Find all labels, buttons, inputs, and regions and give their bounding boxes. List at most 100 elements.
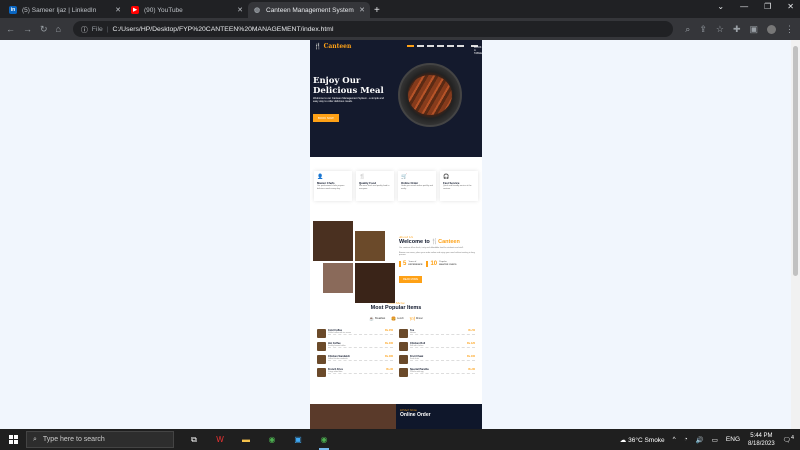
chrome-icon[interactable]: ◉ (266, 434, 278, 446)
item-desc: Hot tea (410, 332, 416, 334)
task-view-icon[interactable]: ⧉ (188, 434, 200, 446)
menu-item[interactable]: French Fries Rs.90 Crispy salted fries (317, 368, 393, 378)
site-navbar: 🍴 Canteen BOOK A TABLE (310, 40, 482, 56)
website: 🍴 Canteen BOOK A TABLE Enjoy Our Delicio… (310, 40, 482, 429)
item-price: Rs.150 (384, 329, 393, 332)
back-button[interactable]: ← (6, 24, 15, 34)
menu-item[interactable]: Chicken Sandwich Rs.180 Grilled chicken sa… (317, 355, 393, 365)
star-icon[interactable]: ☆ (716, 24, 724, 35)
reload-button[interactable]: ↻ (40, 24, 48, 35)
order-title: Online Order (400, 412, 431, 418)
about-title-brand: 🍴Canteen (431, 239, 460, 245)
weather-widget[interactable]: ☁ 36°C Smoke (620, 436, 665, 444)
tab-youtube[interactable]: ▶ (90) YouTube ✕ (126, 2, 248, 18)
item-body: Fruit Chaat Rs.100 Fresh fruits (410, 355, 475, 361)
nav-link[interactable] (457, 45, 464, 47)
utensils-icon: 🍴 (359, 174, 366, 180)
battery-icon[interactable]: ▭ (712, 436, 718, 444)
nav-link[interactable] (417, 45, 424, 47)
close-window-button[interactable]: ✕ (787, 2, 794, 11)
file-explorer-icon[interactable]: ▬ (240, 434, 252, 446)
tab-canteen[interactable]: ◍ Canteen Management System ✕ (248, 2, 370, 18)
menu-item[interactable]: Fruit Chaat Rs.100 Fresh fruits (399, 355, 475, 365)
nav-links: BOOK A TABLE (407, 45, 482, 55)
tab-breakfast[interactable]: ☕ Breakfast (369, 316, 385, 321)
item-image (317, 355, 326, 364)
clock[interactable]: 5:44 PM 8/18/2023 (748, 432, 775, 448)
minimize-button[interactable]: — (740, 2, 748, 11)
forward-button[interactable]: → (23, 24, 32, 34)
scrollbar-thumb[interactable] (793, 46, 798, 276)
book-table-button[interactable]: BOOK A TABLE (471, 45, 482, 55)
hero-title: Enjoy Our Delicious Meal (313, 76, 384, 96)
window-controls: ⌄ — ❐ ✕ (717, 2, 794, 11)
item-body: Tea Rs.50 Hot tea (410, 329, 475, 335)
taskbar-search[interactable]: ⌕ Type here to search (26, 431, 174, 448)
services-section: 👤 Master Chefs Our professional chefs prep… (310, 157, 482, 209)
new-tab-button[interactable]: + (374, 5, 380, 16)
chevron-down-icon[interactable]: ⌄ (717, 2, 724, 11)
menu-item[interactable]: Special Paratha Rs.80 Paratha with egg (399, 368, 475, 378)
separator: | (106, 25, 109, 33)
tab-label: Dinner (415, 317, 423, 320)
read-more-button[interactable]: READ MORE (399, 275, 423, 283)
stat-number: 10 (430, 260, 438, 267)
youtube-icon: ▶ (131, 6, 139, 14)
menu-icon[interactable]: ⋮ (785, 24, 794, 35)
tab-dinner[interactable]: 🍽 Dinner (410, 316, 423, 321)
headset-icon: 🎧 (443, 174, 450, 180)
profile-avatar[interactable] (767, 24, 776, 34)
brand-name: Canteen (323, 42, 352, 50)
start-button[interactable] (0, 435, 26, 444)
language-indicator[interactable]: ENG (726, 436, 740, 443)
notification-icon[interactable]: 🗨4 (783, 435, 794, 444)
item-desc: Paratha with egg (410, 371, 424, 373)
about-brand: Canteen (438, 239, 460, 245)
menu-item[interactable]: Chicken Roll Rs.120 Roll with chicken (399, 342, 475, 352)
item-price: Rs.120 (466, 342, 475, 345)
menu-item[interactable]: Hot Coffee Rs.100 Freshly brewed coffee (317, 342, 393, 352)
nav-link[interactable] (407, 45, 414, 47)
tab-linkedin[interactable]: in (5) Sameer Ijaz | LinkedIn ✕ (4, 2, 126, 18)
about-text: About Us Welcome to 🍴Canteen Our canteen… (395, 221, 479, 295)
service-desc: Our professional chefs prepare delicious… (317, 185, 345, 190)
linkedin-icon: in (9, 6, 17, 14)
item-price: Rs.80 (468, 368, 475, 371)
nav-link[interactable] (427, 45, 434, 47)
nav-link[interactable] (437, 45, 444, 47)
browser-toolbar: ← → ↻ ⌂ ⓘ File | C:/Users/HP/Desktop/FYP… (0, 18, 800, 40)
info-icon[interactable]: ⓘ (81, 24, 88, 34)
menu-item[interactable]: Cold Coffee Rs.150 Chilled coffee with ice… (317, 329, 393, 339)
menu-item[interactable]: Tea Rs.50 Hot tea (399, 329, 475, 339)
stat-label-2: EXPERIENCE (408, 263, 423, 266)
maximize-button[interactable]: ❐ (764, 2, 771, 11)
store-icon[interactable]: ▣ (292, 434, 304, 446)
tab-lunch[interactable]: 🍔 Lunch (391, 316, 404, 321)
service-card: 👤 Master Chefs Our professional chefs prep… (314, 171, 352, 201)
volume-icon[interactable]: 🔊 (696, 436, 704, 444)
extensions-icon[interactable]: ✚ (733, 24, 741, 35)
share-icon[interactable]: ⇪ (699, 24, 707, 35)
close-icon[interactable]: ✕ (359, 6, 365, 14)
item-desc: Freshly brewed coffee (328, 345, 346, 347)
wps-office-icon[interactable]: W (214, 434, 226, 446)
chrome-active-icon[interactable]: ◉ (318, 434, 330, 450)
order-panel: Order Now Online Order (396, 404, 482, 429)
network-icon[interactable]: ◔ (684, 436, 688, 443)
url-text[interactable]: C:/Users/HP/Desktop/FYP%20CANTEEN%20MANA… (113, 26, 334, 33)
nav-link[interactable] (447, 45, 454, 47)
site-logo[interactable]: 🍴 Canteen (314, 43, 351, 50)
page-scrollbar[interactable] (791, 40, 800, 429)
zoom-icon[interactable]: ⌕ (685, 24, 690, 35)
search-placeholder: Type here to search (42, 436, 105, 443)
close-icon[interactable]: ✕ (237, 6, 243, 14)
item-image (399, 368, 408, 377)
close-icon[interactable]: ✕ (115, 6, 121, 14)
book-now-button[interactable]: BOOK NOW (313, 114, 339, 122)
sidepanel-icon[interactable]: ▣ (749, 24, 758, 35)
home-button[interactable]: ⌂ (56, 24, 61, 34)
coffee-icon: ☕ (369, 316, 375, 321)
chevron-up-icon[interactable]: ^ (673, 436, 676, 443)
item-desc: Fresh fruits (410, 358, 419, 360)
address-bar[interactable]: ⓘ File | C:/Users/HP/Desktop/FYP%20CANTE… (72, 21, 674, 37)
